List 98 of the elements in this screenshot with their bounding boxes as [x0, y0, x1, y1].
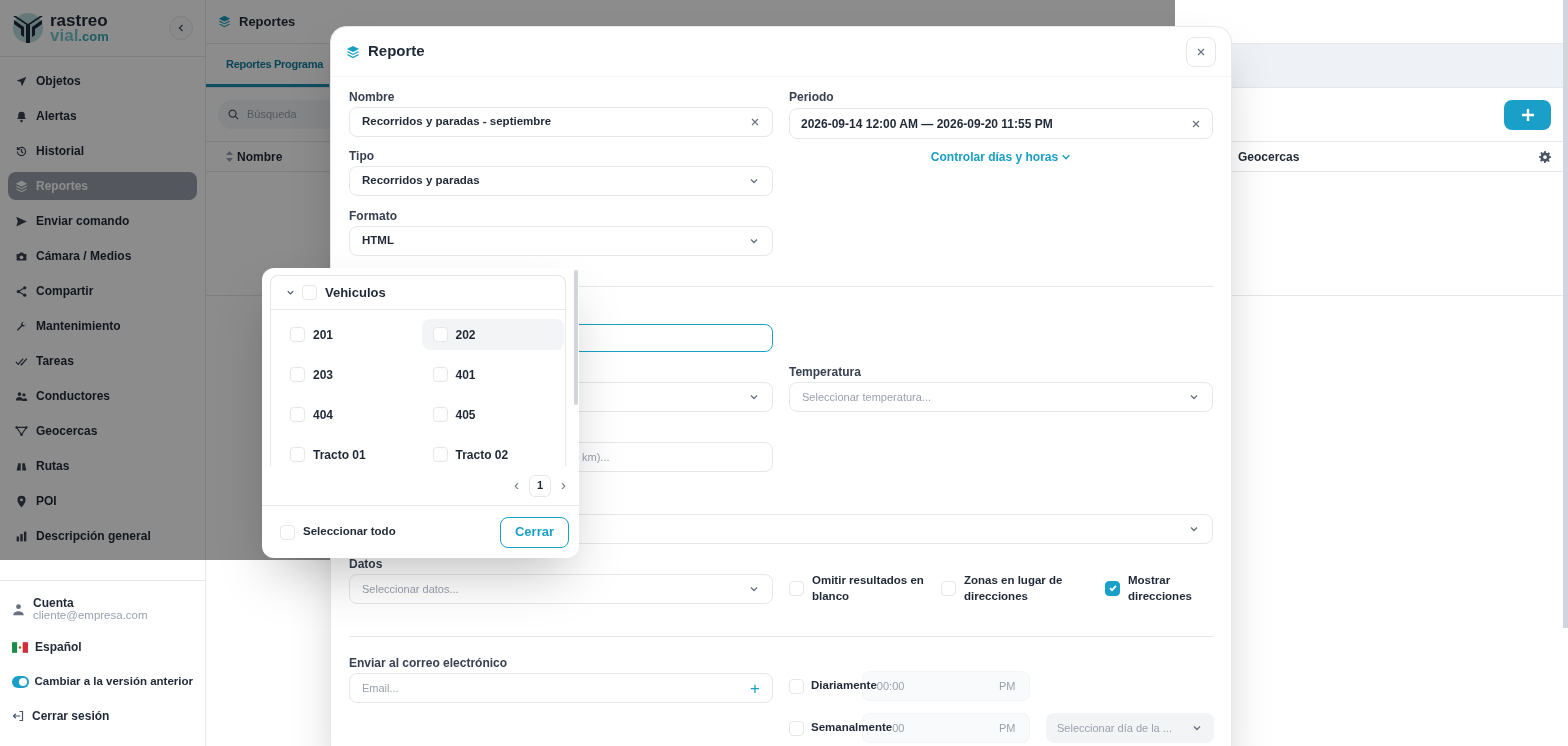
logo-icon: [10, 10, 46, 46]
plus-icon: [1520, 107, 1535, 122]
input-field[interactable]: Recorridos y paradas - septiembre: [349, 107, 773, 137]
field-label: Formato: [349, 208, 398, 224]
settings-icon[interactable]: [1539, 150, 1551, 163]
people-icon: [15, 389, 28, 403]
layers-icon: [218, 15, 231, 28]
navigation-arrow-icon: [15, 74, 28, 88]
close-icon: [750, 117, 760, 127]
field-label: Tipo: [349, 148, 376, 164]
vehicle-option[interactable]: Tracto 02: [421, 439, 564, 466]
sidebar-item[interactable]: Alertas: [8, 102, 197, 130]
account-label[interactable]: Cuenta: [33, 597, 148, 609]
toggle-switch[interactable]: [12, 675, 30, 688]
person-icon: [12, 602, 25, 616]
bell-icon: [15, 109, 28, 123]
toggle-label: Cambiar a la versión anterior: [34, 674, 193, 689]
sidebar-item[interactable]: Conductores: [8, 382, 197, 410]
layers-icon: [15, 179, 28, 193]
time-placeholder: 00:00: [876, 678, 905, 694]
vehicle-option[interactable]: 202: [421, 319, 564, 350]
vehicle-option[interactable]: 405: [421, 399, 564, 430]
sidebar-item[interactable]: Mantenimiento: [8, 312, 197, 340]
select-field[interactable]: Recorridos y paradas: [349, 166, 773, 196]
sidebar-item[interactable]: Objetos: [8, 67, 197, 95]
flag-icon: [12, 641, 28, 653]
collapse-button[interactable]: [169, 16, 193, 40]
meridiem-label: PM: [999, 720, 1016, 736]
search-icon: [228, 109, 239, 120]
scrollbar[interactable]: [1563, 0, 1568, 628]
send-icon: [15, 214, 28, 228]
scrollbar[interactable]: [574, 270, 578, 405]
column-header[interactable]: Nombre: [237, 147, 283, 166]
logout-icon: [12, 710, 24, 723]
checkbox-label: Mostrar direcciones: [1128, 573, 1193, 604]
meridiem-label: PM: [999, 678, 1016, 694]
camera-icon: [15, 249, 28, 263]
layers-icon: [346, 44, 360, 59]
sidebar-item[interactable]: Enviar comando: [8, 207, 197, 235]
polygon-icon: [15, 424, 28, 438]
close-icon: [1196, 46, 1206, 57]
page-number[interactable]: 1: [529, 474, 551, 497]
logo-text: vial.com: [50, 27, 109, 44]
check-icon: [1107, 583, 1118, 593]
tab[interactable]: Reportes Programa: [206, 44, 329, 87]
time-placeholder: 00: [892, 720, 905, 736]
select-field[interactable]: HTML: [349, 226, 773, 256]
field-label: Nombre: [349, 89, 396, 105]
checkbox-label: Omitir resultados en blanco: [812, 573, 925, 604]
share-icon: [15, 284, 28, 298]
checkbox-label: Zonas en lugar de direcciones: [964, 573, 1064, 604]
page-title: Reportes: [239, 12, 296, 31]
group-label[interactable]: Vehiculos: [325, 282, 386, 303]
checkbox-label: Semanalmente: [811, 720, 893, 736]
sidebar-item[interactable]: Tareas: [8, 347, 197, 375]
field-label: Enviar al correo electrónico: [349, 655, 509, 671]
next-page-button[interactable]: ›: [561, 474, 566, 497]
date-range-field[interactable]: 2026-09-14 12:00 AM — 2026-09-20 11:55 PM: [789, 108, 1213, 139]
sidebar-item[interactable]: Geocercas: [8, 417, 197, 445]
checkbox-label: Diariamente: [811, 678, 877, 694]
logo-text: rastreo: [50, 12, 109, 28]
field-label: Datos: [349, 556, 384, 572]
select-field[interactable]: Seleccionar temperatura...: [789, 382, 1213, 412]
close-button[interactable]: Cerrar: [500, 516, 569, 548]
wrench-icon: [15, 319, 28, 333]
sidebar-item[interactable]: Cámara / Medios: [8, 242, 197, 270]
close-icon: [1191, 118, 1201, 129]
email-field[interactable]: Email... +: [349, 673, 773, 703]
map-pin-icon: [15, 494, 28, 508]
checkbox[interactable]: [1105, 580, 1120, 596]
sidebar-item[interactable]: Historial: [8, 137, 197, 165]
chevron-left-icon: [176, 23, 186, 33]
toggle-link[interactable]: Controlar días y horas: [930, 148, 1072, 166]
sidebar-item[interactable]: Compartir: [8, 277, 197, 305]
modal-title: Reporte: [368, 41, 425, 62]
field-label: Periodo: [789, 89, 835, 105]
logout-link[interactable]: Cerrar sesión: [32, 707, 110, 726]
column-header[interactable]: Geocercas: [1238, 147, 1300, 166]
previous-page-button[interactable]: ‹: [514, 474, 519, 497]
sidebar-item[interactable]: Rutas: [8, 452, 197, 480]
vehicle-option[interactable]: 404: [279, 399, 422, 430]
sort-icon: [226, 151, 233, 162]
close-button[interactable]: [1186, 36, 1216, 67]
vehicle-option[interactable]: Tracto 01: [279, 439, 422, 466]
field-label: Temperatura: [789, 364, 862, 380]
checkbox-label: Seleccionar todo: [303, 524, 396, 540]
account-email: cliente@empresa.com: [33, 609, 148, 621]
language-option[interactable]: Español: [35, 638, 82, 656]
history-icon: [15, 144, 28, 158]
sidebar-item[interactable]: POI: [8, 487, 197, 515]
vehicle-option[interactable]: 401: [421, 359, 564, 390]
vehicle-option[interactable]: 203: [279, 359, 422, 390]
add-email-button[interactable]: +: [750, 679, 760, 697]
add-button[interactable]: [1504, 99, 1551, 130]
sidebar-item[interactable]: Descripción general: [8, 522, 197, 550]
bar-chart-icon: [15, 529, 28, 543]
chevron-down-icon: [1061, 152, 1072, 162]
vehicle-option[interactable]: 201: [279, 319, 422, 350]
